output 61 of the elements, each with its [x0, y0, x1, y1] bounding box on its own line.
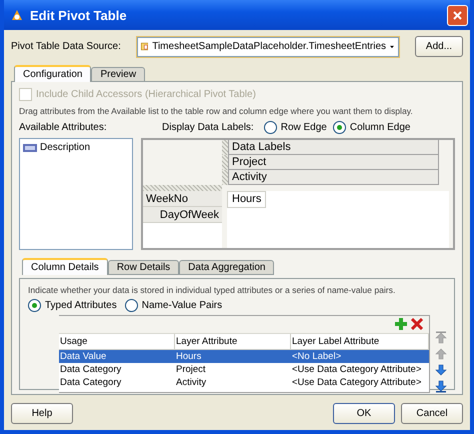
drag-handle[interactable] [143, 185, 222, 191]
table-cell-text: Hours [175, 350, 202, 363]
add-icon[interactable] [395, 318, 407, 330]
app-icon [10, 8, 24, 22]
field-label: Available Attributes: [19, 122, 108, 133]
column-layer-header[interactable]: Project [228, 155, 439, 170]
table-cell-text: Data Category [59, 376, 122, 389]
data-value-cell[interactable]: Hours [227, 191, 266, 208]
tab[interactable]: Row Details [108, 260, 180, 275]
add-button[interactable]: Add... [415, 36, 463, 57]
delete-icon[interactable] [411, 318, 423, 330]
table-cell-text: <No Label> [291, 350, 342, 363]
radio-button[interactable] [124, 299, 138, 312]
column-header[interactable]: Usage [59, 334, 175, 349]
table-cell-text: Data Category [59, 363, 122, 376]
column-header[interactable]: Layer Label Attribute [291, 334, 429, 349]
ok-button[interactable]: OK [333, 403, 395, 424]
column-header[interactable]: Layer Attribute [175, 334, 291, 349]
row-layer-header[interactable]: WeekNo [143, 191, 222, 207]
table-row[interactable]: Data Category Activity <Use Data Category Attribute> [59, 376, 429, 389]
instruction-text: Drag attributes from the Available list to the table row and column edge where you want them to display. [19, 105, 414, 117]
table-cell-text: Data Value [59, 350, 108, 363]
radio-option[interactable]: Column Edge [332, 121, 410, 134]
close-button[interactable] [447, 4, 468, 26]
column-layer-header[interactable]: Data Labels [228, 140, 439, 155]
radio-button[interactable] [332, 121, 346, 134]
table-icon [140, 40, 148, 53]
move-bottom-icon[interactable] [434, 379, 448, 393]
drag-handle[interactable] [222, 155, 228, 170]
cancel-button[interactable]: Cancel [401, 403, 463, 424]
table-cell-text: <Use Data Category Attribute> [291, 376, 422, 389]
tab[interactable]: Preview [91, 67, 146, 82]
drag-handle[interactable] [222, 170, 228, 185]
radio-option[interactable]: Name-Value Pairs [124, 299, 222, 312]
window-title: Edit Pivot Table [30, 8, 128, 22]
drag-handle[interactable] [222, 140, 228, 155]
radio-option[interactable]: Row Edge [264, 121, 327, 134]
radio-button[interactable] [28, 299, 41, 312]
field-label: Pivot Table Data Source: [11, 41, 121, 52]
table-cell-text: Project [175, 363, 207, 376]
tab[interactable]: Configuration [14, 65, 92, 82]
list-item[interactable]: Description [23, 142, 129, 153]
table-cell-text: Activity [175, 376, 208, 389]
dropdown-arrow-icon [390, 44, 394, 48]
attribute-icon [23, 144, 37, 152]
radio-button[interactable] [264, 121, 277, 134]
table-row[interactable]: Data Category Project <Use Data Category Attribute> [59, 363, 429, 376]
column-layer-header[interactable]: Activity [228, 170, 439, 185]
tab[interactable]: Column Details [22, 258, 108, 275]
hint-text: Indicate whether your data is stored in individual typed attributes or a series of name-value pairs. [28, 284, 396, 296]
data-source-dropdown[interactable]: TimesheetSampleDataPlaceholder.TimesheetEntries [136, 36, 399, 56]
table-cell-text: <Use Data Category Attribute> [291, 363, 422, 376]
move-down-icon[interactable] [434, 363, 448, 377]
tab[interactable]: Data Aggregation [179, 260, 274, 275]
move-top-icon[interactable] [434, 331, 448, 345]
close-icon [452, 10, 463, 20]
row-layer-header[interactable]: DayOfWeek [143, 207, 222, 223]
field-label: Display Data Labels: [162, 122, 254, 133]
radio-option[interactable]: Typed Attributes [28, 299, 117, 312]
help-button[interactable]: Help [11, 403, 73, 424]
table-row[interactable]: Data Value Hours <No Label> [59, 350, 429, 363]
